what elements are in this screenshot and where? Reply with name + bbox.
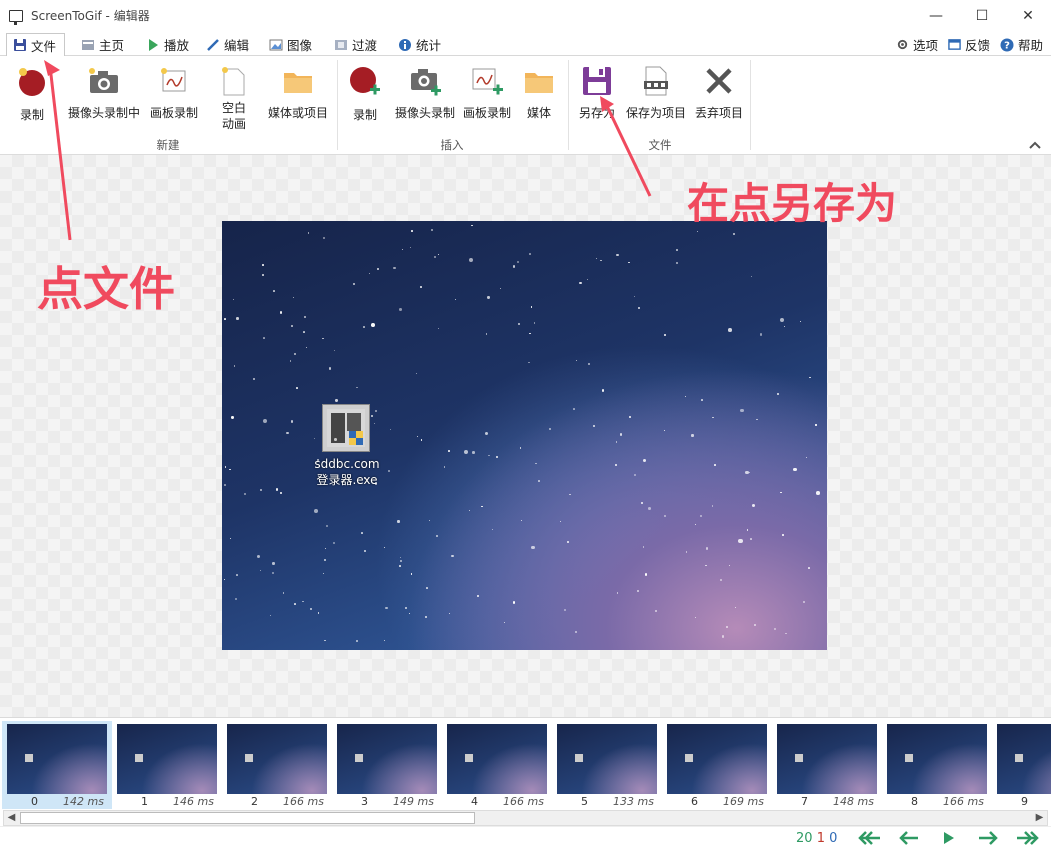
frame-image: [117, 724, 217, 794]
frame-number: 3: [361, 795, 368, 808]
frame-thumbnail[interactable]: 5 133 ms: [552, 721, 662, 809]
play-icon: [944, 832, 954, 844]
frame-image: [777, 724, 877, 794]
previous-frame-button[interactable]: [899, 831, 919, 849]
frame-delay: 148 ms: [833, 795, 874, 808]
frame-delay: 142 ms: [63, 795, 104, 808]
frame-strip: 0 142 ms 1 146 ms 2 166 ms 3 149 ms 4 166 ms 5 133 …: [0, 717, 1051, 810]
frame-image: [997, 724, 1051, 794]
frame-image: [447, 724, 547, 794]
frame-thumbnail[interactable]: 0 142 ms: [2, 721, 112, 809]
status-bar: 20 1 0: [0, 826, 1051, 852]
frame-number: 6: [691, 795, 698, 808]
frame-thumbnail[interactable]: 6 169 ms: [662, 721, 772, 809]
last-frame-button[interactable]: [1016, 831, 1040, 849]
left-arrow-icon: [899, 831, 918, 845]
frame-delay: 166 ms: [503, 795, 544, 808]
frame-thumbnail[interactable]: 1 146 ms: [112, 721, 222, 809]
frame-image: [7, 724, 107, 794]
frame-number: 0: [31, 795, 38, 808]
frame-number: 1: [141, 795, 148, 808]
frame-number: 4: [471, 795, 478, 808]
annotation-save-as: 在点另存为: [687, 179, 898, 228]
frame-number: 2: [251, 795, 258, 808]
frame-image: [227, 724, 327, 794]
frame-thumbnail[interactable]: 4 166 ms: [442, 721, 552, 809]
total-frames: 20: [796, 831, 813, 846]
frame-image: [557, 724, 657, 794]
frame-thumbnail[interactable]: 2 166 ms: [222, 721, 332, 809]
frame-thumbnail[interactable]: 9: [992, 721, 1051, 809]
frame-number: 7: [801, 795, 808, 808]
next-frame-button[interactable]: [978, 831, 998, 849]
frame-strip-scrollbar[interactable]: ◀ ▶: [3, 810, 1048, 826]
frame-thumbnail[interactable]: 8 166 ms: [882, 721, 992, 809]
current-frame: 0: [829, 831, 838, 846]
frame-counts: 20 1 0: [796, 831, 837, 846]
play-button[interactable]: [943, 831, 955, 849]
selected-frames: 1: [816, 831, 825, 846]
frame-delay: 133 ms: [613, 795, 654, 808]
frame-delay: 146 ms: [173, 795, 214, 808]
frame-image: [887, 724, 987, 794]
annotation-click-file: 点文件: [37, 262, 175, 316]
frame-image: [337, 724, 437, 794]
scroll-left-arrow[interactable]: ◀: [4, 811, 19, 825]
double-right-arrow-icon: [1017, 831, 1039, 845]
frame-number: 9: [1021, 795, 1028, 808]
frame-thumbnail[interactable]: 7 148 ms: [772, 721, 882, 809]
right-arrow-icon: [979, 831, 998, 845]
frame-number: 5: [581, 795, 588, 808]
frame-thumbnail[interactable]: 3 149 ms: [332, 721, 442, 809]
frame-delay: 166 ms: [943, 795, 984, 808]
frame-delay: 169 ms: [723, 795, 764, 808]
frame-image: [667, 724, 767, 794]
frame-delay: 149 ms: [393, 795, 434, 808]
scroll-thumb[interactable]: [20, 812, 475, 824]
double-left-arrow-icon: [858, 831, 880, 845]
scroll-right-arrow[interactable]: ▶: [1032, 811, 1047, 825]
frame-number: 8: [911, 795, 918, 808]
first-frame-button[interactable]: [857, 831, 881, 849]
frame-delay: 166 ms: [283, 795, 324, 808]
